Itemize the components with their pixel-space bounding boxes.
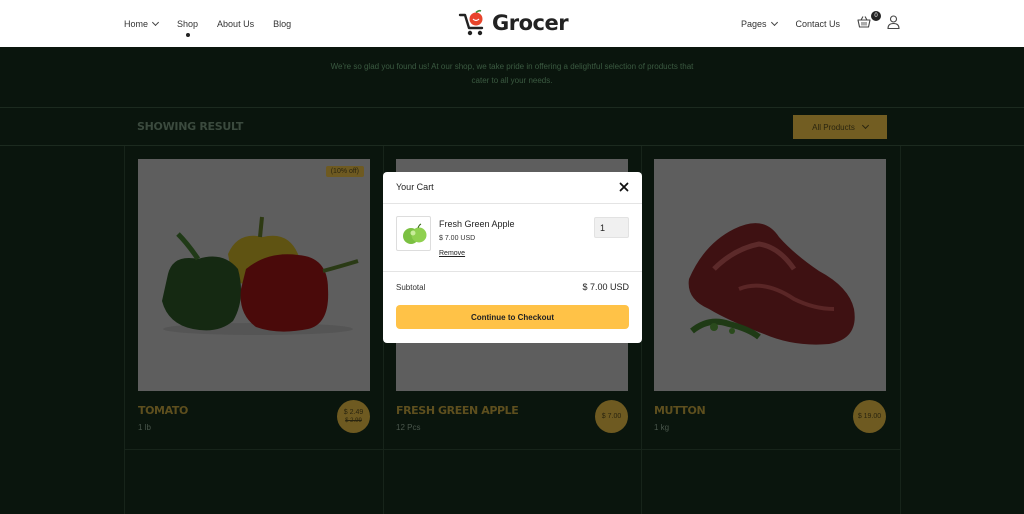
result-bar: SHOWING RESULT All Products [0, 108, 1024, 146]
product-card[interactable]: MUTTON 1 kg $ 19.00 [654, 159, 886, 433]
primary-nav: Home Shop About Us Blog [124, 0, 310, 47]
cart-modal-title: Your Cart [396, 182, 434, 192]
nav-home-label: Home [124, 18, 149, 29]
nav-shop-label: Shop [177, 18, 199, 29]
price-badge: $ 19.00 [853, 400, 886, 433]
product-unit: 12 Pcs [396, 423, 421, 432]
price-badge: $ 2.49 $ 2.99 [337, 400, 370, 433]
cart-count-badge: 0 [871, 11, 881, 21]
cart-modal: Your Cart Fresh Green Apple $ 7.00 USD R… [383, 172, 642, 343]
cart-item-thumbnail [396, 216, 431, 251]
product-name[interactable]: MUTTON [654, 404, 706, 417]
product-card[interactable]: (10% off) TOMATO 1 lb $ 2.49 $ 2.99 [138, 159, 370, 433]
chevron-down-icon [151, 18, 160, 26]
results-heading: SHOWING RESULT [137, 120, 244, 133]
product-image-mutton[interactable] [654, 159, 886, 391]
site-header: Home Shop About Us Blog Grocer Pages Con… [0, 0, 1024, 47]
grid-divider [124, 449, 901, 450]
user-icon[interactable] [887, 15, 900, 29]
product-price: $ 2.49 [343, 408, 364, 416]
grid-divider [900, 146, 901, 514]
quantity-input[interactable] [594, 217, 629, 238]
nav-about-label: About Us [217, 18, 255, 29]
filter-label: All Products [812, 122, 855, 132]
nav-pages-label: Pages [741, 18, 767, 29]
nav-about-us[interactable]: About Us [217, 19, 254, 29]
product-filter-dropdown[interactable]: All Products [793, 115, 887, 139]
chevron-down-icon [861, 121, 869, 130]
product-unit: 1 lb [138, 423, 151, 432]
cart-logo-icon [458, 9, 484, 36]
product-price: $ 7.00 [601, 413, 622, 420]
subtotal-label: Subtotal [396, 283, 426, 292]
nav-blog-label: Blog [273, 18, 292, 29]
product-price: $ 19.00 [857, 413, 882, 420]
mutton-image [688, 223, 855, 345]
divider [383, 271, 642, 272]
remove-item-link[interactable]: Remove [439, 250, 465, 257]
close-icon[interactable] [619, 182, 629, 192]
basket-icon[interactable] [857, 15, 871, 29]
nav-pages[interactable]: Pages [741, 18, 778, 29]
grid-divider [124, 146, 125, 514]
subtotal-value: $ 7.00 USD [582, 282, 629, 292]
active-indicator-dot [185, 32, 190, 37]
logo-text: Grocer [492, 11, 569, 35]
nav-contact-label: Contact Us [795, 18, 841, 29]
secondary-nav: Pages Contact Us [741, 0, 840, 47]
green-apple-image [403, 223, 427, 244]
product-image-peppers[interactable]: (10% off) [138, 159, 370, 391]
nav-shop[interactable]: Shop [177, 18, 199, 37]
bell-peppers-image [162, 216, 359, 335]
nav-home[interactable]: Home [124, 18, 160, 29]
intro-text: We're so glad you found us! At our shop,… [330, 62, 694, 85]
cart-item-price: $ 7.00 USD [439, 235, 476, 242]
product-name[interactable]: FRESH GREEN APPLE [396, 404, 519, 417]
product-unit: 1 kg [654, 423, 670, 432]
discount-badge: (10% off) [325, 166, 364, 177]
price-badge: $ 7.00 [595, 400, 628, 433]
site-logo[interactable]: Grocer [458, 8, 569, 38]
chevron-down-icon [770, 18, 778, 26]
cart-item-name: Fresh Green Apple [439, 219, 515, 229]
checkout-button[interactable]: Continue to Checkout [396, 305, 629, 329]
nav-contact-us[interactable]: Contact Us [796, 19, 841, 29]
product-name[interactable]: TOMATO [138, 404, 188, 417]
intro-section: We're so glad you found us! At our shop,… [0, 47, 1024, 108]
divider [383, 203, 642, 204]
product-old-price: $ 2.99 [345, 417, 362, 424]
nav-blog[interactable]: Blog [273, 19, 291, 29]
